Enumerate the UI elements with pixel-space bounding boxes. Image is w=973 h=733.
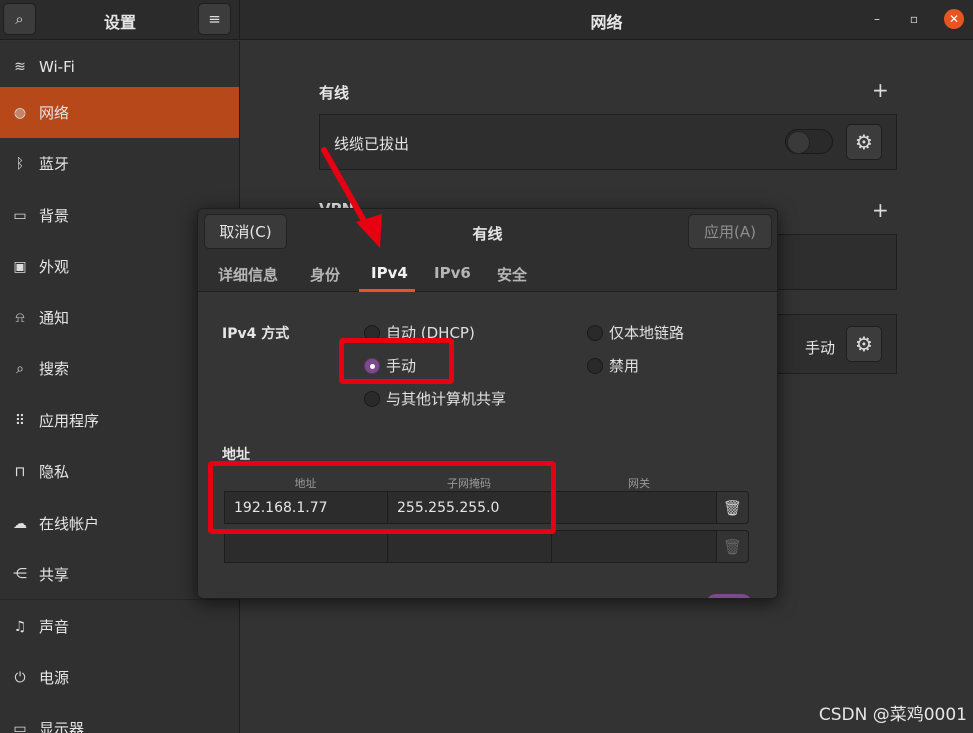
lock-icon: ⊓ xyxy=(14,463,26,480)
sidebar-item-label: 声音 xyxy=(39,618,70,636)
bell-icon: ⍾ xyxy=(15,309,25,326)
hamburger-menu-icon: ≡ xyxy=(208,10,221,28)
add-vpn-button[interactable]: + xyxy=(872,198,889,222)
bluetooth-icon: ᛒ xyxy=(15,155,25,172)
sidebar-item-power[interactable]: ⏻ 电源 xyxy=(0,652,239,703)
trash-icon: 🗑 xyxy=(722,498,743,517)
plus-icon: + xyxy=(872,198,889,222)
network-icon: ◍ xyxy=(13,104,27,121)
method-disabled[interactable]: 禁用 xyxy=(587,355,639,376)
gear-icon: ⚙ xyxy=(855,130,873,154)
wired-settings-dialog: 取消(C) 有线 应用(A) 详细信息 身份 IPv4 IPv6 安全 IPv4… xyxy=(197,208,778,599)
ipv4-panel: IPv4 方式 自动 (DHCP) 手动 与其他计算机共享 仅本地链路 禁用 地… xyxy=(198,293,777,598)
share-icon: ⋲ xyxy=(13,566,27,582)
wired-settings-button[interactable]: ⚙ xyxy=(846,124,882,160)
sidebar-item-label: 搜索 xyxy=(39,360,70,378)
address-input-2[interactable] xyxy=(224,530,388,563)
proxy-value: 手动 xyxy=(805,339,836,357)
tab-ipv6[interactable]: IPv6 xyxy=(434,264,471,282)
apply-button[interactable]: 应用(A) xyxy=(688,214,772,249)
proxy-settings-button[interactable]: ⚙ xyxy=(846,326,882,362)
delete-row-1-button[interactable]: 🗑 xyxy=(716,491,749,524)
gear-icon: ⚙ xyxy=(855,332,873,356)
sidebar-item-label: 应用程序 xyxy=(39,412,100,430)
sidebar-item-label: 蓝牙 xyxy=(39,155,70,173)
radio-link-local[interactable] xyxy=(587,324,603,341)
sidebar-item-label: 外观 xyxy=(39,258,70,276)
method-link-local[interactable]: 仅本地链路 xyxy=(587,322,684,343)
display-icon: ▭ xyxy=(13,720,27,733)
sidebar-item-network[interactable]: ◍ 网络 xyxy=(0,87,239,138)
sidebar-header: ⌕ 设置 ≡ xyxy=(0,0,240,40)
background-icon: ▭ xyxy=(13,207,27,224)
dns-auto-toggle-partial[interactable] xyxy=(706,594,752,598)
radio-disabled[interactable] xyxy=(587,357,603,374)
radio-label: 仅本地链路 xyxy=(609,324,685,342)
annotation-arrow-icon xyxy=(321,147,382,248)
watermark: CSDN @菜鸡0001 xyxy=(818,705,967,725)
sidebar-item-displays[interactable]: ▭ 显示器 xyxy=(0,703,239,733)
gateway-input-2[interactable] xyxy=(551,530,717,563)
appearance-icon: ▣ xyxy=(13,258,27,275)
wired-toggle[interactable] xyxy=(785,129,833,154)
sidebar-item-wifi[interactable]: ≋ Wi-Fi xyxy=(0,41,239,92)
sidebar-item-label: 在线帐户 xyxy=(39,515,100,533)
wired-section-label: 有线 xyxy=(319,84,350,102)
close-icon: ✕ xyxy=(948,12,960,26)
tab-identity[interactable]: 身份 xyxy=(310,264,340,285)
tab-details[interactable]: 详细信息 xyxy=(218,264,278,285)
netmask-input-2[interactable] xyxy=(387,530,552,563)
sidebar-item-bluetooth[interactable]: ᛒ 蓝牙 xyxy=(0,138,239,189)
sidebar-item-label: 显示器 xyxy=(39,720,85,733)
power-icon: ⏻ xyxy=(14,669,26,686)
trash-icon: 🗑 xyxy=(722,537,743,556)
active-tab-indicator xyxy=(359,289,415,292)
sidebar-item-label: 电源 xyxy=(39,669,70,687)
wifi-icon: ≋ xyxy=(14,58,26,75)
sidebar-item-label: 通知 xyxy=(39,309,70,327)
tab-security[interactable]: 安全 xyxy=(497,264,527,285)
gateway-input-1[interactable] xyxy=(551,491,717,524)
apps-grid-icon: ⠿ xyxy=(14,412,26,429)
search-icon: ⌕ xyxy=(16,360,24,377)
sidebar-item-label: 背景 xyxy=(39,207,70,225)
radio-shared[interactable] xyxy=(364,390,380,407)
close-button[interactable]: ✕ xyxy=(944,9,964,29)
music-note-icon: ♫ xyxy=(13,618,27,635)
delete-row-2-button[interactable]: 🗑 xyxy=(716,530,749,563)
minimize-icon: – xyxy=(874,12,880,26)
highlight-box-address xyxy=(208,461,556,534)
page-title: 网络 xyxy=(590,13,623,32)
main-header: 网络 – ▫ ✕ xyxy=(240,0,973,40)
radio-label: 禁用 xyxy=(609,357,640,375)
maximize-button[interactable]: ▫ xyxy=(904,9,924,29)
minimize-button[interactable]: – xyxy=(867,9,887,29)
settings-window: ⌕ 设置 ≡ 网络 – ▫ ✕ ≋ Wi-Fi ◍ 网络 ᛒ 蓝牙 ▭ 背景 ▣… xyxy=(0,0,973,733)
menu-button[interactable]: ≡ xyxy=(198,3,231,35)
ipv4-method-label: IPv4 方式 xyxy=(222,326,290,342)
sidebar-item-sound[interactable]: ♫ 声音 xyxy=(0,601,239,652)
column-header-gateway: 网关 xyxy=(628,477,650,490)
sidebar-item-label: 网络 xyxy=(39,104,70,122)
wired-connection-card: 线缆已拔出 ⚙ xyxy=(319,114,897,170)
sidebar-item-label: Wi-Fi xyxy=(39,57,75,76)
method-shared[interactable]: 与其他计算机共享 xyxy=(364,388,506,409)
cloud-icon: ☁ xyxy=(13,515,27,532)
sidebar-item-label: 共享 xyxy=(39,565,70,584)
tab-ipv4[interactable]: IPv4 xyxy=(371,264,408,282)
highlight-box-manual xyxy=(339,338,454,384)
plus-icon: + xyxy=(872,78,889,102)
maximize-icon: ▫ xyxy=(909,12,919,26)
dialog-header: 取消(C) 有线 应用(A) xyxy=(198,209,777,256)
add-wired-button[interactable]: + xyxy=(872,78,889,102)
radio-label: 与其他计算机共享 xyxy=(386,390,507,408)
dialog-tabs: 详细信息 身份 IPv4 IPv6 安全 xyxy=(198,256,777,292)
sidebar-item-label: 隐私 xyxy=(39,463,70,481)
